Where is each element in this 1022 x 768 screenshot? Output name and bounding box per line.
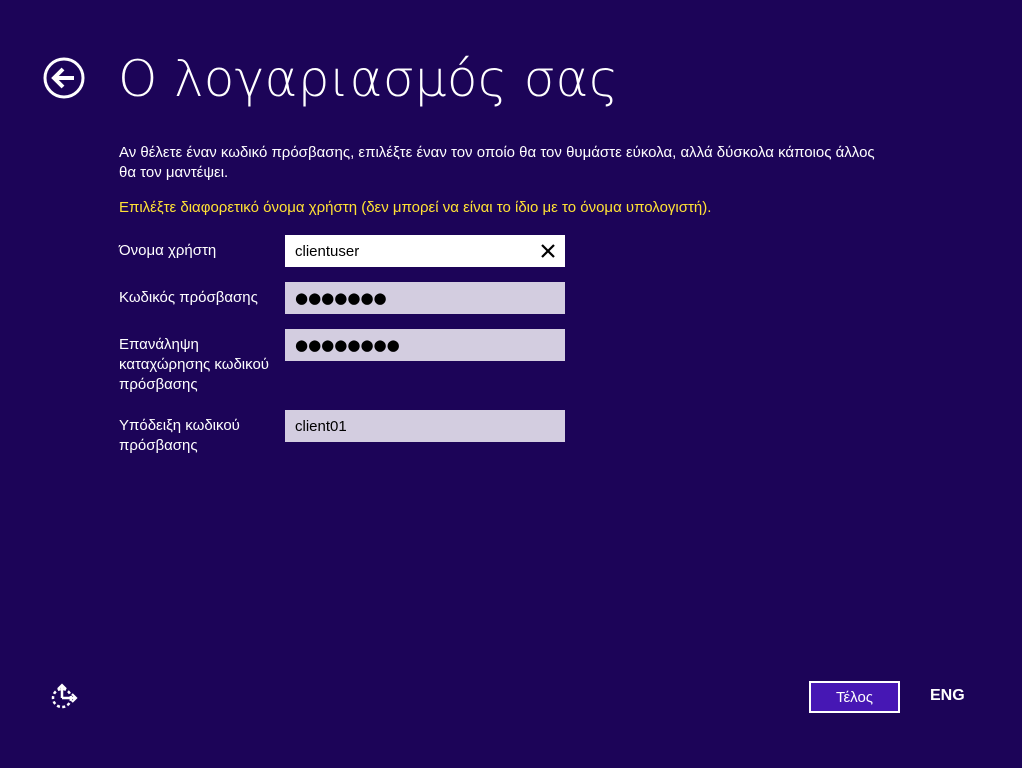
- username-warning: Επιλέξτε διαφορετικό όνομα χρήστη (δεν μ…: [119, 199, 712, 216]
- password-hint-input[interactable]: [285, 410, 565, 442]
- password-label: Κωδικός πρόσβασης: [119, 289, 258, 306]
- password-confirm-field-container: [285, 329, 565, 361]
- description-text: Αν θέλετε έναν κωδικό πρόσβασης, επιλέξτ…: [119, 144, 875, 181]
- clear-username-button[interactable]: [539, 242, 557, 260]
- password-field-container: [285, 282, 565, 314]
- back-arrow-circle-icon: [43, 57, 85, 99]
- username-input[interactable]: [285, 235, 565, 267]
- password-input[interactable]: [285, 282, 565, 314]
- finish-button[interactable]: Τέλος: [809, 681, 900, 713]
- back-button[interactable]: [43, 57, 85, 99]
- ease-of-access-button[interactable]: [49, 683, 79, 711]
- username-field-container: [285, 235, 565, 267]
- close-x-icon: [541, 244, 555, 258]
- password-hint-label: Υπόδειξη κωδικού πρόσβασης: [119, 417, 240, 454]
- language-indicator[interactable]: ENG: [930, 686, 965, 706]
- page-title: Ο λογαριασμός σας: [118, 50, 619, 108]
- password-hint-field-container: [285, 410, 565, 442]
- username-label: Όνομα χρήστη: [119, 242, 217, 259]
- password-confirm-input[interactable]: [285, 329, 565, 361]
- ease-of-access-icon: [51, 683, 78, 709]
- password-confirm-label: Επανάληψη καταχώρησης κωδικού πρόσβασης: [119, 336, 269, 393]
